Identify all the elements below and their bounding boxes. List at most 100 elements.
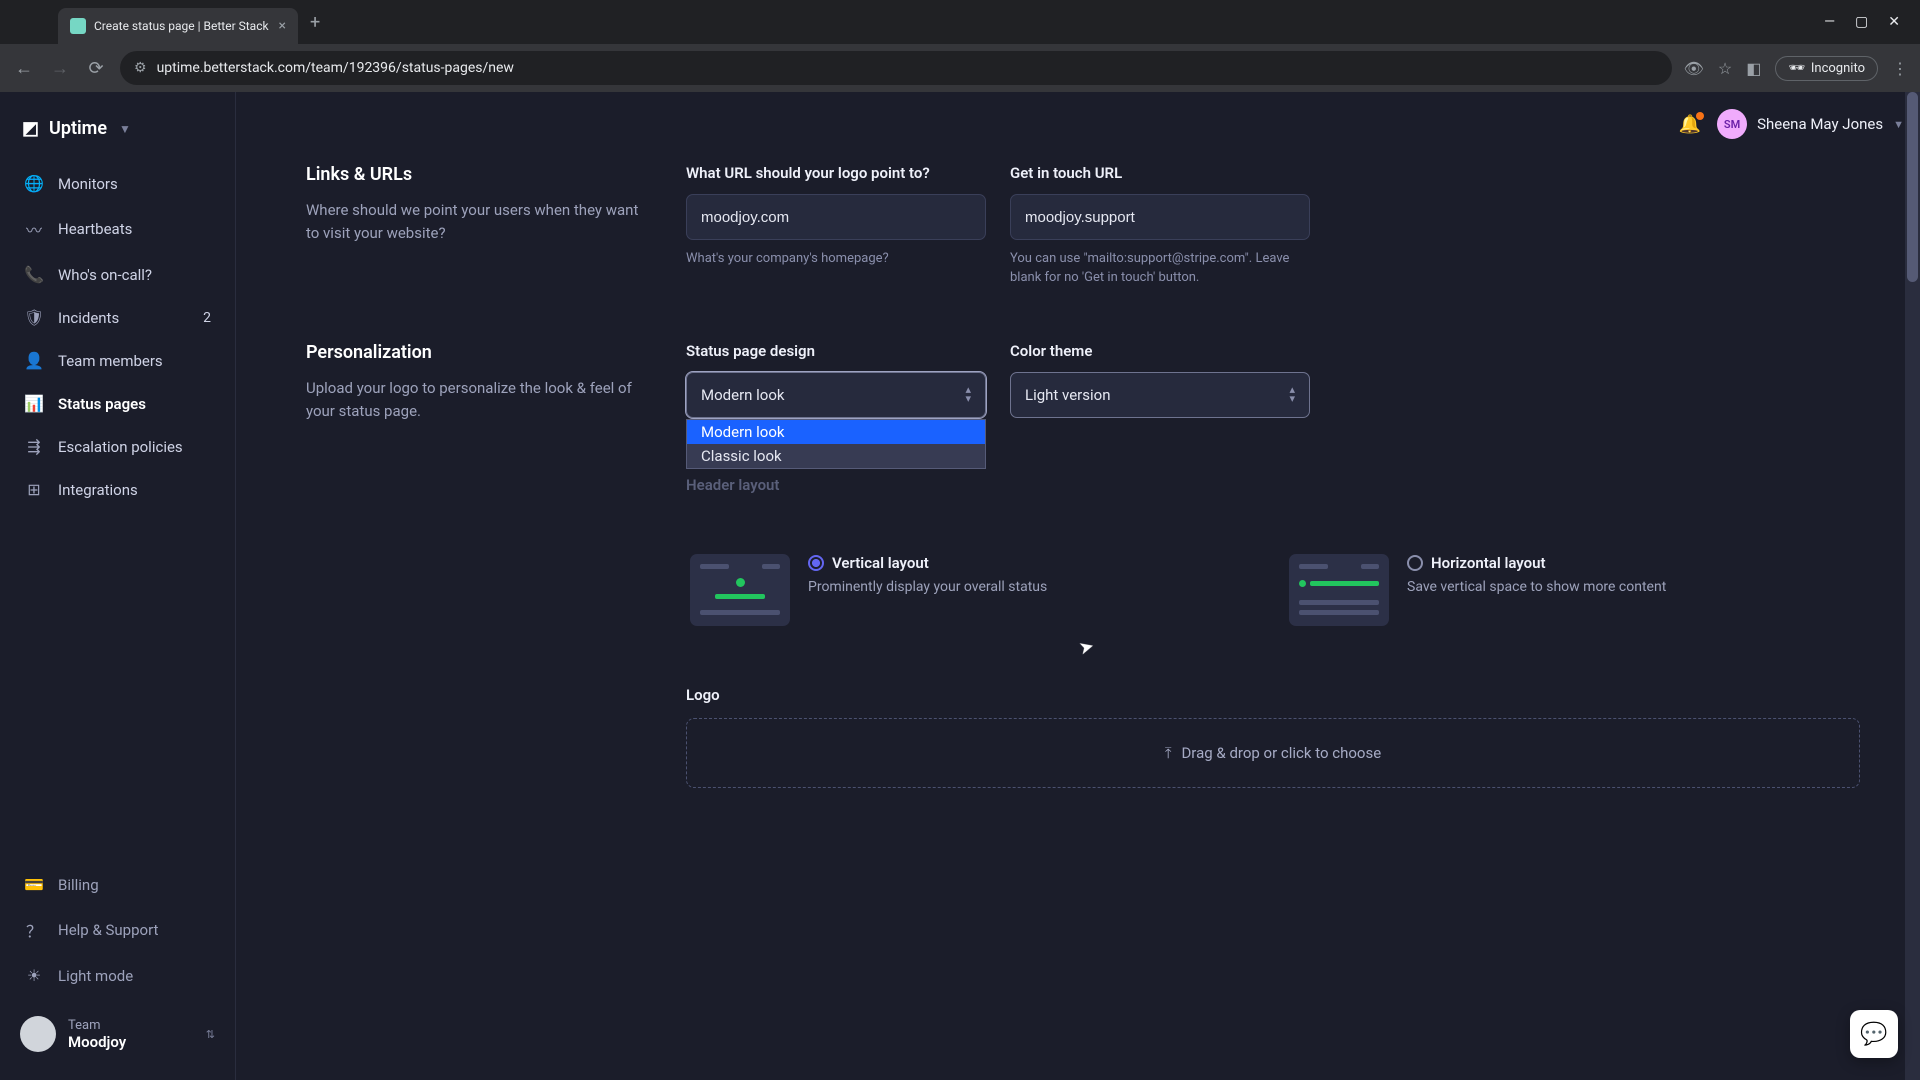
- upload-icon: ⤒: [1165, 744, 1172, 762]
- section-desc-personalization: Upload your logo to personalize the look…: [306, 377, 646, 424]
- logo-url-label: What URL should your logo point to?: [686, 164, 986, 182]
- minimize-button[interactable]: —: [1824, 14, 1835, 30]
- chrome-menu-button[interactable]: ⋮: [1892, 59, 1908, 78]
- tab-title: Create status page | Better Stack: [94, 19, 271, 33]
- up-down-icon: ⇅: [206, 1028, 215, 1041]
- sidebar-item-label: Team members: [58, 352, 163, 370]
- logo-url-helper: What's your company's homepage?: [686, 250, 986, 269]
- hide-extension-icon[interactable]: 👁: [1684, 59, 1704, 78]
- brand-logo-icon: ◩: [22, 118, 39, 139]
- incognito-label: Incognito: [1811, 61, 1865, 76]
- sidebar-item-billing[interactable]: 💳Billing: [12, 864, 223, 905]
- sidebar-item-team[interactable]: 👤Team members: [12, 340, 223, 381]
- sidebar-item-monitors[interactable]: 🌐Monitors: [12, 163, 223, 204]
- notification-dot: [1696, 112, 1704, 120]
- sidebar-item-integrations[interactable]: ⊞Integrations: [12, 469, 223, 510]
- page-scrollbar[interactable]: [1905, 92, 1920, 1080]
- chevron-down-icon: ▼: [119, 122, 131, 136]
- close-window-button[interactable]: ✕: [1888, 14, 1900, 30]
- sun-icon: ☀: [24, 966, 44, 985]
- scrollbar-thumb[interactable]: [1907, 92, 1918, 282]
- sidebar-item-label: Heartbeats: [58, 220, 132, 238]
- logo-label: Logo: [686, 686, 1860, 704]
- layout-option-vertical[interactable]: Vertical layout Prominently display your…: [686, 550, 1261, 630]
- escalation-icon: ⇶: [24, 437, 44, 456]
- user-menu[interactable]: SM Sheena May Jones ▼: [1717, 109, 1904, 139]
- theme-label: Color theme: [1010, 342, 1310, 360]
- dropzone-text: Drag & drop or click to choose: [1181, 744, 1381, 762]
- layout-option-horizontal[interactable]: Horizontal layout Save vertical space to…: [1285, 550, 1860, 630]
- dropdown-option-classic[interactable]: Classic look: [687, 444, 985, 468]
- vertical-layout-title: Vertical layout: [832, 554, 929, 572]
- design-select-value: Modern look: [701, 386, 785, 404]
- sidebar-item-help[interactable]: ？Help & Support: [12, 907, 223, 953]
- section-title-personalization: Personalization: [306, 342, 646, 363]
- radio-unchecked-icon: [1407, 555, 1423, 571]
- maximize-button[interactable]: ▢: [1855, 14, 1868, 30]
- contact-url-input[interactable]: [1010, 194, 1310, 240]
- reload-button[interactable]: ⟳: [84, 58, 108, 79]
- section-desc-links: Where should we point your users when th…: [306, 199, 646, 246]
- section-title-links: Links & URLs: [306, 164, 646, 185]
- help-icon: ？: [24, 918, 44, 942]
- url-text: uptime.betterstack.com/team/192396/statu…: [157, 60, 514, 76]
- horizontal-layout-desc: Save vertical space to show more content: [1407, 577, 1856, 597]
- tab-favicon: [70, 18, 86, 34]
- avatar: SM: [1717, 109, 1747, 139]
- sidebar-item-label: Billing: [58, 876, 99, 894]
- header-layout-label: Header layout: [686, 476, 986, 494]
- notifications-button[interactable]: 🔔: [1679, 114, 1701, 135]
- sidebar-item-incidents[interactable]: 🛡 Incidents 2: [12, 297, 223, 338]
- brand-name: Uptime: [49, 118, 107, 139]
- vertical-layout-thumb: [690, 554, 790, 626]
- logo-dropzone[interactable]: ⤒ Drag & drop or click to choose: [686, 718, 1860, 788]
- theme-select[interactable]: Light version ▴▾: [1010, 372, 1310, 418]
- sidebar-item-status-pages[interactable]: 📊 Status pages: [12, 383, 223, 424]
- user-name: Sheena May Jones: [1757, 115, 1883, 133]
- back-button[interactable]: ←: [12, 58, 36, 79]
- horizontal-layout-thumb: [1289, 554, 1389, 626]
- sidebar-item-label: Status pages: [58, 395, 146, 413]
- close-tab-icon[interactable]: ×: [279, 18, 286, 34]
- new-tab-button[interactable]: +: [310, 12, 320, 33]
- design-select[interactable]: Modern look ▴▾: [686, 372, 986, 418]
- select-arrows-icon: ▴▾: [1289, 386, 1295, 404]
- design-label: Status page design: [686, 342, 986, 360]
- heartbeat-icon: 〰: [24, 217, 44, 241]
- team-name: Moodjoy: [68, 1033, 126, 1051]
- sidebar-item-label: Incidents: [58, 309, 119, 327]
- sidebar-item-label: Who's on-call?: [58, 266, 152, 284]
- sidebar-item-lightmode[interactable]: ☀ Light mode: [12, 955, 223, 996]
- shield-icon: 🛡: [24, 308, 44, 327]
- bookmark-icon[interactable]: ☆: [1718, 59, 1732, 78]
- chat-icon: 💬: [1860, 1022, 1887, 1047]
- phone-icon: 📞: [24, 265, 44, 284]
- dropdown-option-modern[interactable]: Modern look: [687, 420, 985, 444]
- contact-url-helper: You can use "mailto:support@stripe.com".…: [1010, 250, 1310, 288]
- sidebar-item-label: Escalation policies: [58, 438, 183, 456]
- brand-switcher[interactable]: ◩ Uptime ▼: [12, 110, 223, 163]
- status-icon: 📊: [24, 394, 44, 413]
- intercom-widget[interactable]: 💬: [1850, 1010, 1898, 1058]
- incidents-badge: 2: [203, 310, 211, 326]
- theme-select-value: Light version: [1025, 386, 1110, 404]
- team-switcher[interactable]: Team Moodjoy ⇅: [12, 1006, 223, 1062]
- address-bar[interactable]: ⚙ uptime.betterstack.com/team/192396/sta…: [120, 51, 1672, 85]
- sidebar-item-oncall[interactable]: 📞 Who's on-call?: [12, 254, 223, 295]
- site-settings-icon[interactable]: ⚙: [134, 60, 147, 76]
- logo-url-input[interactable]: [686, 194, 986, 240]
- radio-checked-icon: [808, 555, 824, 571]
- horizontal-layout-title: Horizontal layout: [1431, 554, 1546, 572]
- sidebar-item-heartbeats[interactable]: 〰 Heartbeats: [12, 206, 223, 252]
- incognito-indicator[interactable]: 🕶 Incognito: [1775, 56, 1878, 81]
- browser-tab[interactable]: Create status page | Better Stack ×: [58, 8, 298, 44]
- sidebar-item-escalation[interactable]: ⇶ Escalation policies: [12, 426, 223, 467]
- design-dropdown: Modern look Classic look: [686, 419, 986, 469]
- team-label: Team: [68, 1018, 126, 1033]
- side-panel-icon[interactable]: ◧: [1746, 59, 1761, 78]
- forward-button[interactable]: →: [48, 58, 72, 79]
- vertical-layout-desc: Prominently display your overall status: [808, 577, 1257, 597]
- sidebar-item-label: Integrations: [58, 481, 138, 499]
- select-arrows-icon: ▴▾: [965, 386, 971, 404]
- sidebar-item-label: Light mode: [58, 967, 133, 985]
